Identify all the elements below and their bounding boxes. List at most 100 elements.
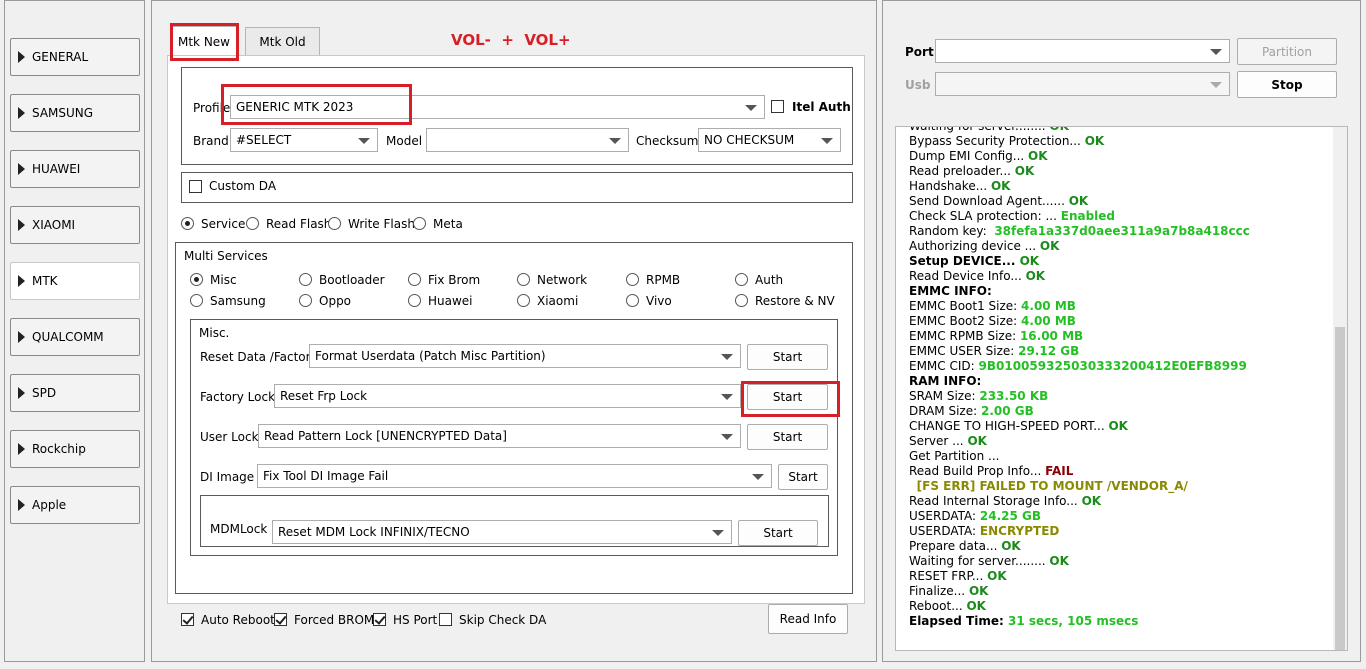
service-radio-fix-brom[interactable] [408,273,421,286]
log-status: Enabled [1060,209,1116,223]
log-status: OK [1039,239,1060,253]
sidebar-item-spd[interactable]: SPD [10,374,140,412]
factory-lock-value: Reset Frp Lock [280,389,368,403]
read-info-button[interactable]: Read Info [768,604,848,634]
sidebar-item-samsung[interactable]: SAMSUNG [10,94,140,132]
sidebar-item-apple[interactable]: Apple [10,486,140,524]
service-radio-xiaomi[interactable] [517,294,530,307]
mdm-lock-select[interactable]: Reset MDM Lock INFINIX/TECNO [272,520,732,544]
service-radio-network[interactable] [517,273,530,286]
model-select[interactable] [426,128,629,152]
log-text: EMMC RPMB Size: [909,329,1020,343]
mode-radio-meta[interactable] [413,217,426,230]
log-scrollbar[interactable] [1333,127,1347,650]
log-line: Finalize... OK [909,584,988,598]
button-label: Stop [1271,77,1303,92]
log-line: Prepare data... OK [909,539,1021,553]
log-text: Read Internal Storage Info... [909,494,1082,508]
caret-right-icon [18,443,25,455]
sidebar-item-huawei[interactable]: HUAWEI [10,150,140,188]
log-status: OK [1084,134,1105,148]
factory-lock-select[interactable]: Reset Frp Lock [274,384,741,408]
port-select[interactable] [935,39,1230,63]
custom-da-checkbox[interactable] [189,180,202,193]
service-radio-restore-nv[interactable] [735,294,748,307]
user-lock-select[interactable]: Read Pattern Lock [UNENCRYPTED Data] [258,424,741,448]
sidebar-item-label: Apple [32,498,67,512]
stop-button[interactable]: Stop [1237,71,1337,98]
factory-lock-start-button[interactable]: Start [747,384,828,410]
itel-auth-checkbox[interactable] [771,100,784,113]
log-scrollbar-thumb[interactable] [1335,327,1345,650]
log-line: Reboot... OK [909,599,986,613]
checksum-select[interactable]: NO CHECKSUM [698,128,841,152]
log-text: Dump EMI Config... [909,149,1029,163]
misc-title: Misc. [199,326,230,340]
sidebar-item-general[interactable]: GENERAL [10,38,140,76]
service-radio-oppo[interactable] [299,294,312,307]
service-radio-rpmb[interactable] [626,273,639,286]
log-line: Waiting for server........ OK [909,127,1069,133]
auto-reboot-checkbox[interactable] [181,613,194,626]
mdm-lock-start-button[interactable]: Start [738,520,818,546]
forced-brom-checkbox[interactable] [274,613,287,626]
mode-radio-write-flash[interactable] [328,217,341,230]
button-label: Start [772,430,803,444]
service-radio-label: Fix Brom [428,273,481,287]
di-image-start-button[interactable]: Start [778,464,828,490]
partition-button[interactable]: Partition [1237,38,1337,65]
log-status: OK [1081,494,1102,508]
profile-select[interactable]: GENERIC MTK 2023 [230,95,765,119]
log-text: Finalize... [909,584,969,598]
caret-right-icon [18,275,25,287]
chevron-down-icon [1210,82,1222,88]
log-status: OK [1068,194,1089,208]
log-status: 16.00 MB [1019,329,1084,343]
checksum-value: NO CHECKSUM [704,133,795,147]
mode-radio-read-flash[interactable] [246,217,259,230]
service-radio-label: Xiaomi [537,294,579,308]
sidebar-item-label: XIAOMI [32,218,76,232]
skip-check-da-checkbox[interactable] [439,613,452,626]
service-radio-label: Network [537,273,588,287]
service-radio-samsung[interactable] [190,294,203,307]
log-status: 4.00 MB [1021,299,1076,313]
hs-port-checkbox[interactable] [373,613,386,626]
sidebar-item-xiaomi[interactable]: XIAOMI [10,206,140,244]
log-text: Authorizing device ... [909,239,1040,253]
service-radio-misc[interactable] [190,273,203,286]
log-line: Bypass Security Protection... OK [909,134,1104,148]
chevron-down-icon [721,434,733,440]
log-status: OK [967,434,987,448]
user-lock-start-button[interactable]: Start [747,424,828,450]
log-line: Elapsed Time: 31 secs, 105 msecs [909,614,1138,628]
brand-select[interactable]: #SELECT [230,128,378,152]
tab-mtk-new[interactable]: Mtk New [171,26,237,56]
user-lock-value: Read Pattern Lock [UNENCRYPTED Data] [264,429,507,443]
button-label: Start [772,390,803,404]
log-text: Read Build Prop Info... [909,464,1046,478]
mdm-lock-value: Reset MDM Lock INFINIX/TECNO [278,525,470,539]
service-radio-huawei[interactable] [408,294,421,307]
tab-mtk-old[interactable]: Mtk Old [245,27,320,56]
sidebar-item-rockchip[interactable]: Rockchip [10,430,140,468]
service-radio-vivo[interactable] [626,294,639,307]
log-panel[interactable]: Waiting for server........ OK Bypass Secu… [895,126,1348,651]
log-text: Check SLA protection: ... [909,209,1061,223]
mode-radio-service[interactable] [181,217,194,230]
di-image-select[interactable]: Fix Tool DI Image Fail [257,464,772,488]
log-status: OK [968,584,989,598]
log-line: RESET FRP... OK [909,569,1007,583]
service-radio-auth[interactable] [735,273,748,286]
service-radio-bootloader[interactable] [299,273,312,286]
usb-select[interactable] [935,72,1230,96]
custom-da-group [181,172,853,203]
sidebar-item-label: HUAWEI [32,162,81,176]
sidebar-item-mtk[interactable]: MTK [10,262,140,300]
log-status: 233.50 KB [979,389,1049,403]
reset-data-select[interactable]: Format Userdata (Patch Misc Partition) [309,344,741,368]
reset-data-start-button[interactable]: Start [747,344,828,370]
sidebar-item-qualcomm[interactable]: QUALCOMM [10,318,140,356]
log-text: EMMC CID: [909,359,979,373]
